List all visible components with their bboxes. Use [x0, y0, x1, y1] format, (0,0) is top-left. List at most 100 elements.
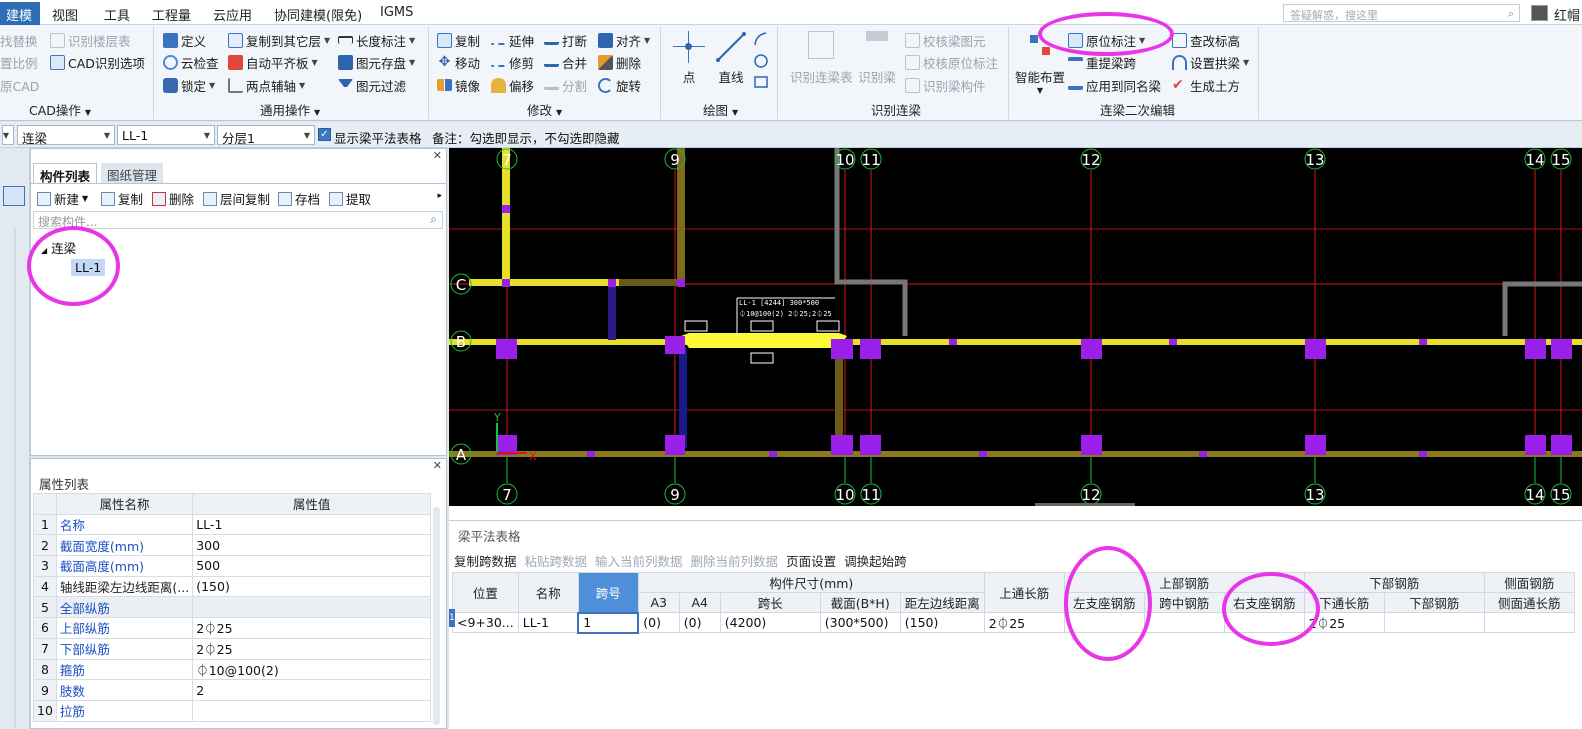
mirror-button[interactable]: 镜像 [437, 76, 480, 94]
drawing-canvas[interactable]: LL-1 [4244] 300*500 ⏀10@100(2) 2⏀25;2⏀25 [449, 148, 1582, 506]
draw-point-button[interactable]: 点 [673, 31, 705, 86]
property-row[interactable]: 10 拉筋 [33, 699, 431, 722]
extract-button[interactable]: 提取 [329, 189, 371, 208]
cell-mid-span[interactable] [1143, 612, 1225, 633]
search-icon[interactable]: ⌕ [430, 212, 437, 227]
beam-toolbar-button[interactable]: 删除当前列数据 [691, 554, 779, 569]
property-value[interactable]: 2 [192, 679, 431, 701]
more-chevron-icon[interactable]: ▸ [437, 191, 442, 201]
property-value[interactable]: 2⏀25 [192, 617, 431, 639]
property-value[interactable] [192, 596, 431, 619]
recog-beam-table-button[interactable]: 识别连梁表 [790, 31, 853, 86]
property-row[interactable]: 3 截面高度(mm) 500 [33, 555, 431, 577]
lock-button[interactable]: 锁定 ▼ [163, 76, 215, 94]
check-beam-element-button[interactable]: 校核梁图元 [905, 31, 986, 49]
cloud-check-button[interactable]: 云检查 [163, 53, 219, 71]
property-value[interactable] [192, 699, 431, 722]
cell-span-length[interactable]: (4200) [719, 612, 821, 633]
recog-beam-component-button[interactable]: 识别梁构件 [905, 76, 986, 94]
extend-button[interactable]: 延伸 [491, 31, 534, 49]
floor-select[interactable]: 分层1 ▼ [217, 125, 315, 146]
copy-button[interactable]: 复制 [437, 31, 480, 49]
cell-section[interactable]: (300*500) [819, 612, 901, 633]
property-row[interactable]: 9 肢数 2 [33, 679, 431, 701]
save-element-button[interactable]: 图元存盘 ▼ [338, 53, 415, 71]
col-span-number[interactable]: 跨号 [577, 572, 639, 613]
copy-component-button[interactable]: 复制 [101, 189, 143, 208]
property-row[interactable]: 1 名称 LL-1 [33, 513, 431, 536]
nav-tree-icon[interactable] [3, 186, 25, 206]
menu-jianmo[interactable]: 建模 [0, 2, 41, 25]
property-row[interactable]: 2 截面宽度(mm) 300 [33, 534, 431, 557]
define-button[interactable]: 定义 [163, 31, 206, 49]
filter-dropdown-start[interactable]: ▼ [2, 125, 14, 145]
component-select[interactable]: LL-1 ▼ [117, 125, 215, 145]
archive-button[interactable]: 存档 [278, 189, 320, 208]
row-index[interactable]: 1 [449, 609, 455, 627]
find-replace-button[interactable]: 找替换 [0, 31, 38, 49]
beam-toolbar-button[interactable]: 调换起始跨 [844, 554, 907, 569]
search-icon[interactable]: ⌕ [1508, 7, 1514, 21]
cell-a3[interactable]: (0) [637, 612, 680, 633]
recog-beam-button[interactable]: 识别梁 [858, 31, 896, 86]
group-cad-label[interactable]: CAD操作 ▼ [29, 100, 91, 119]
cell-top-through[interactable]: 2⏀25 [983, 612, 1065, 633]
menu-view[interactable]: 视图 [52, 5, 78, 24]
length-mark-button[interactable]: 长度标注 ▼ [338, 31, 415, 49]
beam-toolbar-button[interactable]: 页面设置 [786, 554, 836, 569]
set-scale-button[interactable]: 置比例 [0, 53, 38, 71]
cad-options-button[interactable]: CAD识别选项 [50, 53, 145, 71]
rotate-button[interactable]: 旋转 [598, 76, 641, 94]
split-button[interactable]: 分割 [544, 76, 587, 94]
set-arch-beam-button[interactable]: 设置拱梁 ▼ [1172, 53, 1249, 71]
cell-a4[interactable]: (0) [678, 612, 721, 633]
cell-side-through[interactable] [1483, 612, 1575, 633]
tab-component-list[interactable]: 构件列表 [33, 163, 98, 184]
recog-floor-table-button[interactable]: 识别楼层表 [50, 31, 131, 49]
delete-component-button[interactable]: 删除 [152, 189, 194, 208]
property-value[interactable]: LL-1 [192, 513, 431, 536]
search-input[interactable]: 答疑解惑，搜这里 ⌕ [1283, 4, 1520, 22]
user-name[interactable]: 红帽 [1554, 5, 1580, 24]
property-row[interactable]: 6 上部纵筋 2⏀25 [33, 617, 431, 639]
trim-button[interactable]: 修剪 [491, 53, 534, 71]
generate-earthwork-button[interactable]: ✔ 生成土方 [1172, 76, 1240, 94]
draw-shape-tools[interactable] [753, 31, 769, 91]
check-elevation-button[interactable]: 查改标高 [1172, 31, 1240, 49]
property-scrollbar[interactable] [433, 507, 440, 725]
tab-drawing-manage[interactable]: 图纸管理 [101, 163, 164, 183]
menu-igms[interactable]: IGMS [380, 5, 413, 20]
menu-collab[interactable]: 协同建模(限免) [274, 5, 362, 24]
component-search-input[interactable]: 搜索构件... ⌕ [33, 211, 443, 229]
restore-cad-button[interactable]: 原CAD [0, 76, 39, 94]
property-row[interactable]: 8 箍筋 ⏀10@100(2) [33, 658, 431, 681]
cell-name[interactable]: LL-1 [517, 612, 579, 633]
element-filter-button[interactable]: 图元过滤 [338, 76, 406, 94]
close-icon[interactable]: ✕ [433, 459, 442, 472]
type-select[interactable]: 连梁 ▼ [17, 125, 115, 146]
property-value[interactable]: 300 [192, 534, 431, 557]
break-button[interactable]: 打断 [544, 31, 587, 49]
delete-button[interactable]: 删除 [598, 53, 641, 71]
auto-flat-slab-button[interactable]: 自动平齐板 ▼ [228, 53, 318, 71]
property-row[interactable]: 4 轴线距梁左边线距离(... (150) [33, 575, 431, 598]
cell-left-distance[interactable]: (150) [899, 612, 985, 633]
group-draw-label[interactable]: 绘图 ▼ [703, 100, 738, 119]
move-button[interactable]: ✥ 移动 [437, 53, 480, 71]
property-value[interactable]: (150) [192, 575, 431, 598]
avatar[interactable] [1531, 5, 1548, 21]
property-row[interactable]: 5 全部纵筋 [33, 596, 431, 619]
cell-span[interactable]: 1 [577, 611, 640, 634]
merge-button[interactable]: 合并 [544, 53, 587, 71]
table-row[interactable]: <9+30... LL-1 1 (0) (0) (4200) (300*500)… [452, 611, 1575, 634]
cell-bottom[interactable] [1383, 612, 1485, 633]
check-original-mark-button[interactable]: 校核原位标注 [905, 53, 998, 71]
two-point-axis-button[interactable]: 两点辅轴 ▼ [228, 76, 305, 94]
property-value[interactable]: 2⏀25 [192, 637, 431, 660]
draw-line-button[interactable]: 直线 [714, 31, 748, 86]
property-value[interactable]: ⏀10@100(2) [192, 658, 431, 681]
align-button[interactable]: 对齐 ▼ [598, 31, 650, 49]
apply-same-name-button[interactable]: 应用到同名梁 [1068, 76, 1161, 94]
show-table-checkbox[interactable]: ✓ [318, 128, 331, 141]
offset-button[interactable]: 偏移 [491, 76, 534, 94]
